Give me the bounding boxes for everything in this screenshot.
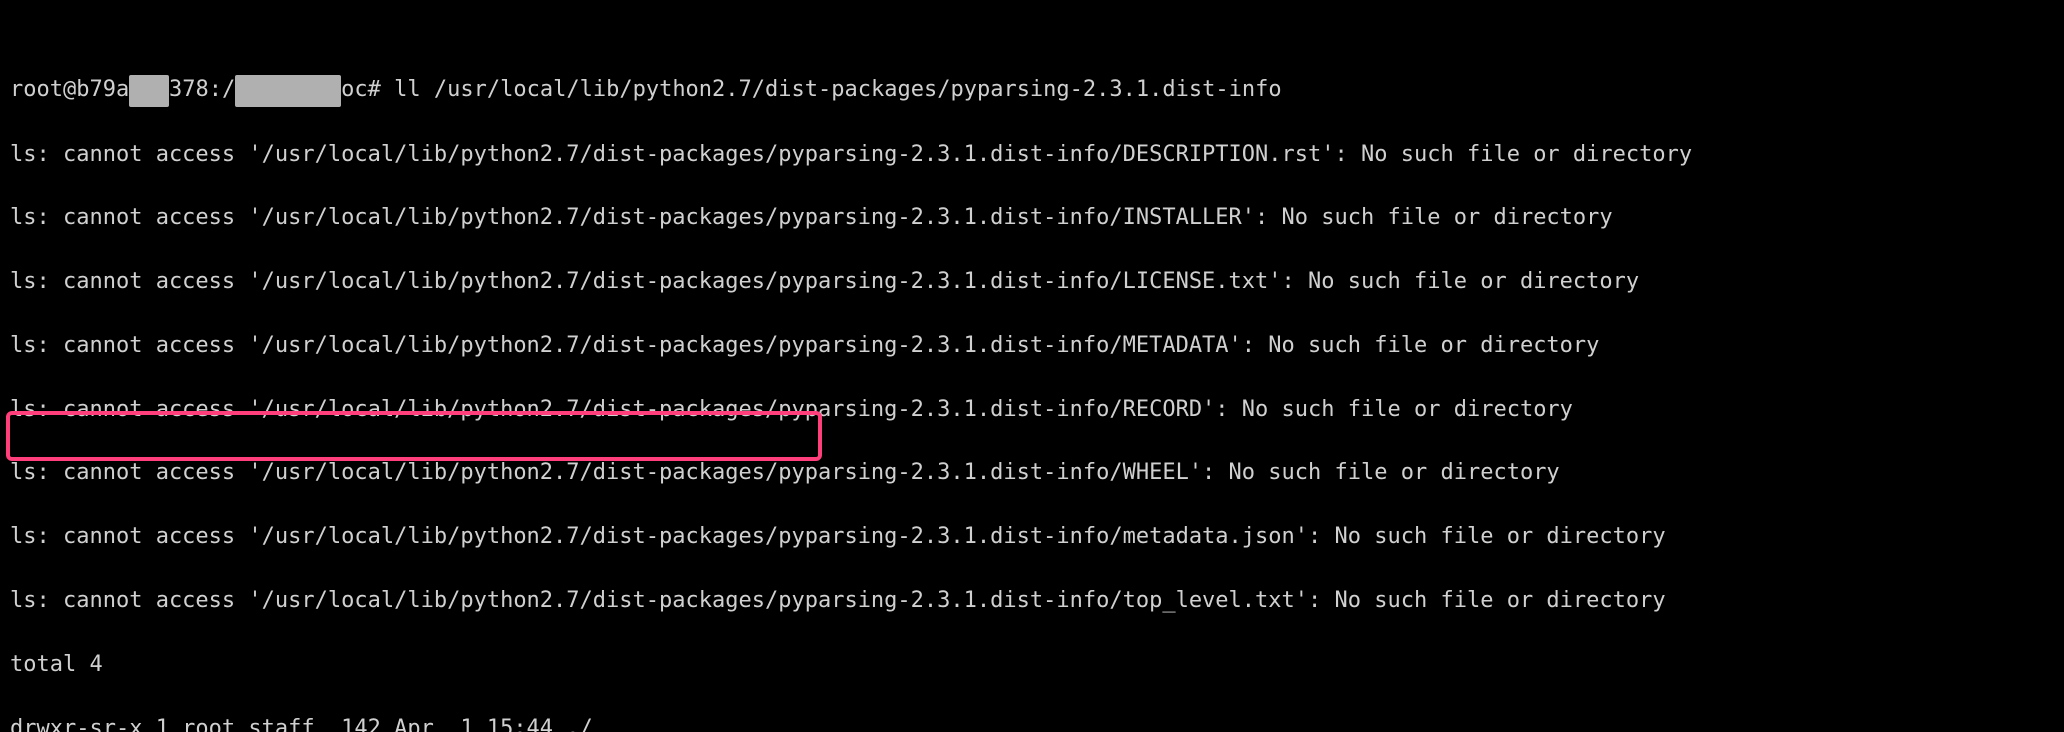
ls-error-line: ls: cannot access '/usr/local/lib/python… xyxy=(10,457,2054,489)
ls-error-line: ls: cannot access '/usr/local/lib/python… xyxy=(10,585,2054,617)
total-line: total 4 xyxy=(10,649,2054,681)
terminal-output[interactable]: root@b79a███378:/█████ ██oc# ll /usr/loc… xyxy=(0,0,2064,732)
ls-error-line: ls: cannot access '/usr/local/lib/python… xyxy=(10,202,2054,234)
command-text: ll /usr/local/lib/python2.7/dist-package… xyxy=(381,77,1282,102)
redacted-segment: ███ xyxy=(129,75,169,107)
prompt-host-tail: 378:/ xyxy=(169,77,235,102)
ls-error-line: ls: cannot access '/usr/local/lib/python… xyxy=(10,266,2054,298)
prompt-line-1: root@b79a███378:/█████ ██oc# ll /usr/loc… xyxy=(10,74,2054,107)
ls-error-line: ls: cannot access '/usr/local/lib/python… xyxy=(10,394,2054,426)
ls-error-line: ls: cannot access '/usr/local/lib/python… xyxy=(10,521,2054,553)
prompt-path-tail: oc# xyxy=(341,77,381,102)
dir-listing-line: drwxr-sr-x 1 root staff 142 Apr 1 15:44 … xyxy=(10,713,2054,732)
ls-error-line: ls: cannot access '/usr/local/lib/python… xyxy=(10,139,2054,171)
ls-error-line: ls: cannot access '/usr/local/lib/python… xyxy=(10,330,2054,362)
prompt-user-host: root@b79a xyxy=(10,77,129,102)
redacted-segment: █████ ██ xyxy=(235,75,341,107)
